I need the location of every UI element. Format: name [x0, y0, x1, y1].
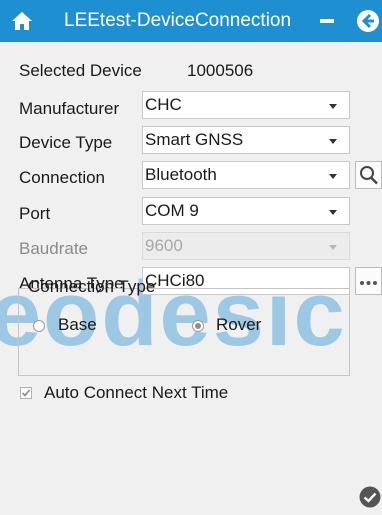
device-type-value: Smart GNSS	[145, 130, 244, 149]
chevron-down-icon	[329, 139, 337, 144]
base-radio-label[interactable]: Base	[58, 315, 97, 335]
search-device-button[interactable]	[355, 161, 382, 189]
rover-radio[interactable]	[192, 320, 204, 332]
connection-value: Bluetooth	[145, 165, 217, 184]
selected-device-value: 1000506	[187, 61, 254, 80]
manufacturer-select[interactable]: CHC	[142, 91, 350, 119]
connection-select[interactable]: Bluetooth	[142, 161, 350, 189]
base-radio[interactable]	[33, 320, 45, 332]
chevron-down-icon	[329, 104, 337, 109]
auto-connect-checkbox[interactable]	[20, 387, 32, 399]
search-icon	[360, 166, 378, 185]
connection-type-title: Connection Type	[28, 277, 156, 296]
port-value: COM 9	[145, 201, 199, 220]
title-bar: LEEtest-DeviceConnection	[0, 0, 382, 42]
home-icon[interactable]	[10, 9, 34, 33]
window-title: LEEtest-DeviceConnection	[64, 10, 292, 31]
baudrate-select: 9600	[142, 232, 350, 260]
device-type-select[interactable]: Smart GNSS	[142, 126, 350, 154]
baudrate-value: 9600	[145, 236, 183, 255]
chevron-down-icon	[329, 210, 337, 215]
back-arrow-icon[interactable]	[356, 9, 380, 33]
selected-device-label: Selected Device	[19, 61, 142, 80]
rover-radio-label[interactable]: Rover	[216, 315, 261, 335]
device-type-label: Device Type	[19, 133, 113, 152]
minimize-icon[interactable]	[320, 19, 334, 23]
chevron-down-icon	[329, 174, 337, 179]
auto-connect-label[interactable]: Auto Connect Next Time	[44, 383, 228, 403]
checkmark-icon	[21, 389, 31, 397]
manufacturer-value: CHC	[145, 95, 182, 114]
connection-label: Connection	[19, 168, 106, 187]
chevron-down-icon	[329, 245, 337, 250]
antenna-more-button[interactable]	[355, 267, 382, 295]
port-label: Port	[19, 204, 51, 223]
port-select[interactable]: COM 9	[142, 197, 350, 225]
more-icon	[360, 281, 377, 285]
manufacturer-label: Manufacturer	[19, 99, 120, 118]
confirm-check-icon[interactable]	[359, 486, 381, 508]
baudrate-label: Baudrate	[19, 239, 88, 258]
